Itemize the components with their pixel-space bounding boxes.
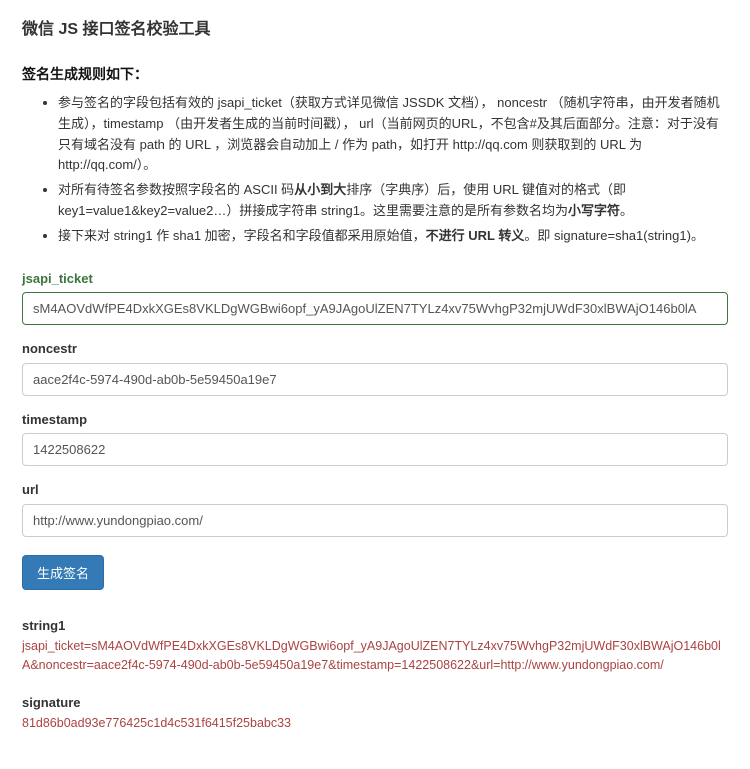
- rule-item: 接下来对 string1 作 sha1 加密，字段名和字段值都采用原始值，不进行…: [58, 226, 728, 247]
- string1-result: string1 jsapi_ticket=sM4AOVdWfPE4DxkXGEs…: [22, 616, 728, 675]
- url-label: url: [22, 480, 728, 500]
- jsapi-ticket-label: jsapi_ticket: [22, 269, 728, 289]
- rules-heading: 签名生成规则如下：: [22, 64, 728, 85]
- rule-bold: 不进行 URL 转义: [426, 228, 525, 243]
- signature-label: signature: [22, 693, 728, 713]
- url-input[interactable]: [22, 504, 728, 537]
- rule-bold: 从小到大: [294, 182, 346, 197]
- signature-result: signature 81d86b0ad93e776425c1d4c531f641…: [22, 693, 728, 733]
- noncestr-group: noncestr: [22, 339, 728, 396]
- timestamp-label: timestamp: [22, 410, 728, 430]
- rule-text: 。即 signature=sha1(string1)。: [524, 228, 704, 243]
- generate-signature-button[interactable]: 生成签名: [22, 555, 104, 590]
- timestamp-group: timestamp: [22, 410, 728, 467]
- string1-value: jsapi_ticket=sM4AOVdWfPE4DxkXGEs8VKLDgWG…: [22, 637, 728, 675]
- rule-item: 参与签名的字段包括有效的 jsapi_ticket（获取方式详见微信 JSSDK…: [58, 93, 728, 176]
- page-title: 微信 JS 接口签名校验工具: [22, 18, 728, 42]
- string1-label: string1: [22, 616, 728, 636]
- rule-text: 参与签名的字段包括有效的 jsapi_ticket（获取方式详见微信 JSSDK…: [58, 95, 720, 172]
- rule-text: 接下来对 string1 作 sha1 加密，字段名和字段值都采用原始值，: [58, 228, 426, 243]
- jsapi-ticket-input[interactable]: [22, 292, 728, 325]
- rules-list: 参与签名的字段包括有效的 jsapi_ticket（获取方式详见微信 JSSDK…: [22, 93, 728, 247]
- rule-bold: 小写字符: [568, 203, 620, 218]
- rule-text: 。: [620, 203, 633, 218]
- jsapi-ticket-group: jsapi_ticket: [22, 269, 728, 326]
- url-group: url: [22, 480, 728, 537]
- noncestr-input[interactable]: [22, 363, 728, 396]
- timestamp-input[interactable]: [22, 433, 728, 466]
- signature-value: 81d86b0ad93e776425c1d4c531f6415f25babc33: [22, 714, 728, 733]
- noncestr-label: noncestr: [22, 339, 728, 359]
- rule-text: 对所有待签名参数按照字段名的 ASCII 码: [58, 182, 294, 197]
- rule-item: 对所有待签名参数按照字段名的 ASCII 码从小到大排序（字典序）后，使用 UR…: [58, 180, 728, 222]
